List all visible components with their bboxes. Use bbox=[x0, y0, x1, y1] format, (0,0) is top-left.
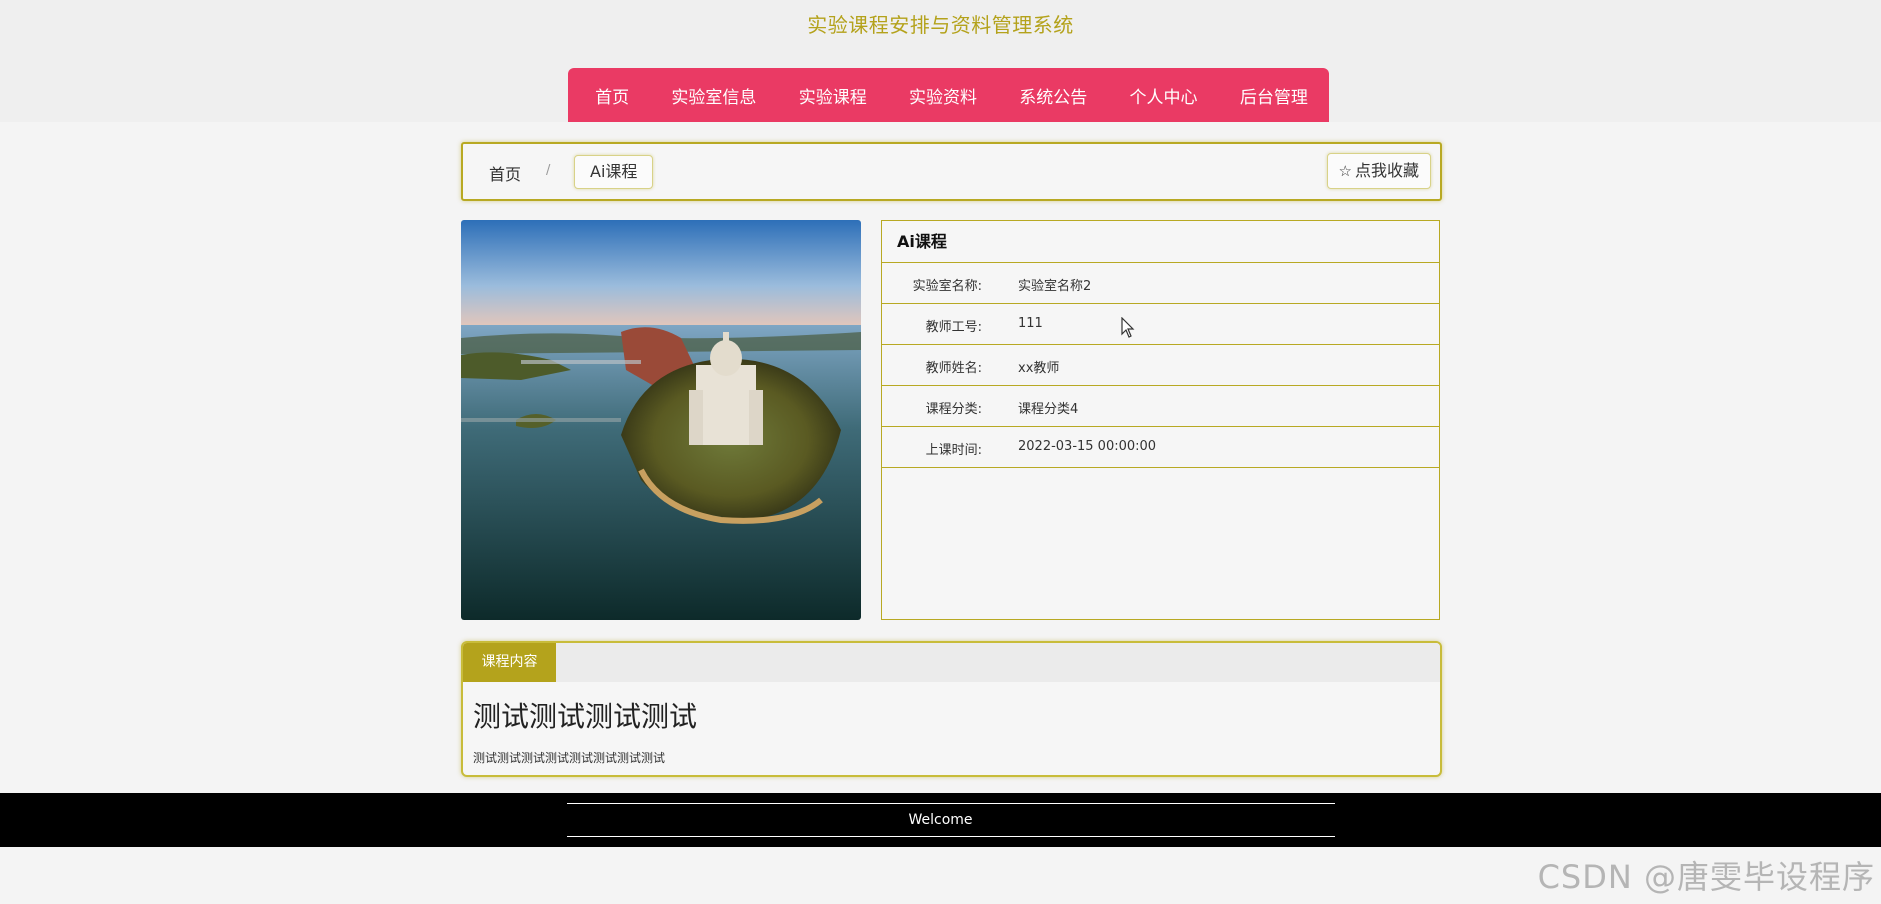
content-tab-strip: 课程内容 bbox=[463, 643, 1440, 682]
nav-item-personal-center[interactable]: 个人中心 bbox=[1122, 83, 1206, 108]
detail-value: 111 bbox=[1018, 316, 1043, 331]
site-footer: Welcome bbox=[0, 793, 1881, 847]
breadcrumb-current: Ai课程 bbox=[574, 155, 654, 189]
site-title: 实验课程安排与资料管理系统 bbox=[807, 13, 1074, 37]
favorite-button[interactable]: ☆ 点我收藏 bbox=[1326, 153, 1431, 189]
detail-value: 课程分类4 bbox=[1018, 402, 1079, 417]
nav-item-home[interactable]: 首页 bbox=[587, 83, 637, 108]
watermark: CSDN @唐雯毕设程序 bbox=[1537, 858, 1875, 896]
detail-label: 课程分类: bbox=[925, 402, 982, 417]
nav-item-lab-material[interactable]: 实验资料 bbox=[901, 83, 985, 108]
detail-label: 上课时间: bbox=[925, 443, 982, 458]
breadcrumb: 首页 / Ai课程 ☆ 点我收藏 bbox=[461, 142, 1442, 201]
course-content-panel: 课程内容 测试测试测试测试 测试测试测试测试测试测试测试测试 bbox=[461, 641, 1442, 777]
nav-item-announcement[interactable]: 系统公告 bbox=[1011, 83, 1095, 108]
footer-text: Welcome bbox=[908, 812, 973, 828]
favorite-button-label: 点我收藏 bbox=[1354, 161, 1419, 180]
content-heading: 测试测试测试测试 bbox=[473, 700, 698, 733]
main-nav: 首页 实验室信息 实验课程 实验资料 系统公告 个人中心 后台管理 bbox=[568, 68, 1329, 122]
detail-label: 教师姓名: bbox=[925, 361, 982, 376]
footer-divider bbox=[567, 836, 1335, 837]
mouse-cursor-icon bbox=[1121, 317, 1135, 338]
nav-item-admin[interactable]: 后台管理 bbox=[1232, 83, 1316, 108]
detail-value: 实验室名称2 bbox=[1018, 279, 1092, 294]
star-outline-icon: ☆ bbox=[1338, 162, 1352, 180]
detail-label: 教师工号: bbox=[925, 320, 982, 335]
detail-row-course-category: 课程分类: 课程分类4 bbox=[882, 386, 1439, 427]
tab-course-content[interactable]: 课程内容 bbox=[463, 643, 556, 682]
detail-row-teacher-name: 教师姓名: xx教师 bbox=[882, 345, 1439, 386]
detail-value: xx教师 bbox=[1018, 361, 1060, 376]
detail-label: 实验室名称: bbox=[912, 279, 982, 294]
nav-item-lab-info[interactable]: 实验室信息 bbox=[663, 83, 764, 108]
site-header: 实验课程安排与资料管理系统 首页 实验室信息 实验课程 实验资料 系统公告 个人… bbox=[0, 0, 1881, 122]
course-detail-panel: Ai课程 实验室名称: 实验室名称2 教师工号: 111 教师姓名: xx教师 … bbox=[881, 220, 1440, 620]
course-title: Ai课程 bbox=[882, 221, 1439, 263]
course-image bbox=[461, 220, 861, 620]
breadcrumb-home-link[interactable]: 首页 bbox=[489, 161, 521, 185]
detail-value: 2022-03-15 00:00:00 bbox=[1018, 439, 1157, 454]
detail-row-lab-name: 实验室名称: 实验室名称2 bbox=[882, 263, 1439, 304]
nav-item-lab-course[interactable]: 实验课程 bbox=[791, 83, 875, 108]
content-text: 测试测试测试测试测试测试测试测试 bbox=[473, 751, 666, 765]
detail-row-class-time: 上课时间: 2022-03-15 00:00:00 bbox=[882, 427, 1439, 468]
footer-divider bbox=[567, 803, 1335, 804]
detail-row-teacher-id: 教师工号: 111 bbox=[882, 304, 1439, 345]
breadcrumb-separator: / bbox=[546, 163, 551, 178]
